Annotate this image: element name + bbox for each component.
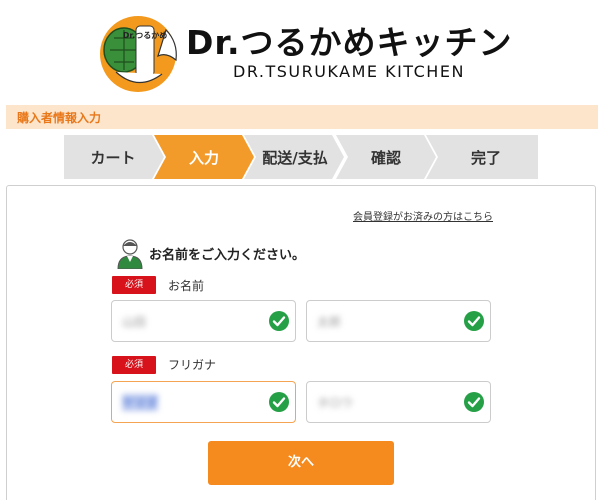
section-title-bar: 購入者情報入力: [6, 105, 598, 129]
last-name-input[interactable]: 山田: [111, 300, 296, 342]
first-name-kana-value: タロウ: [317, 396, 354, 410]
step-shipping-payment: 配送/支払: [244, 135, 344, 179]
step-confirm-label: 確認: [370, 149, 401, 167]
logo-badge-text: Dr.つるかめ: [123, 31, 167, 40]
check-icon: [269, 392, 289, 412]
step-confirm: 確認: [336, 135, 436, 179]
last-name-kana-input[interactable]: ヤマダ: [111, 381, 296, 423]
name-label: お名前: [168, 279, 205, 293]
step-complete: 完了: [426, 135, 538, 179]
last-name-kana-value: ヤマダ: [122, 394, 159, 411]
name-prompt: お名前をご入力ください。: [149, 248, 306, 263]
step-input: 入力: [154, 135, 254, 179]
site-header: Dr.つるかめ Dr.つるかめキッチン DR.TSURUKAME KITCHEN: [0, 0, 600, 100]
check-icon: [464, 311, 484, 331]
checkout-steps: カート 入力 配送/支払 確認 完了: [64, 135, 538, 179]
step-cart-label: カート: [90, 149, 136, 167]
check-icon: [269, 311, 289, 331]
next-button[interactable]: 次へ: [208, 441, 394, 485]
staff-avatar-icon: [117, 239, 143, 269]
required-badge: 必須: [112, 276, 156, 294]
first-name-input[interactable]: 太郎: [306, 300, 491, 342]
step-input-label: 入力: [188, 149, 219, 167]
brand-title: Dr.つるかめキッチン: [186, 23, 513, 62]
last-name-value: 山田: [122, 315, 147, 329]
step-shipping-label: 配送/支払: [262, 149, 328, 167]
turtle-crane-logo-icon: Dr.つるかめ: [100, 16, 177, 92]
brand-subtitle: DR.TSURUKAME KITCHEN: [233, 62, 465, 81]
section-title: 購入者情報入力: [17, 111, 102, 125]
required-badge: 必須: [112, 356, 156, 374]
first-name-kana-input[interactable]: タロウ: [306, 381, 491, 423]
member-login-link[interactable]: 会員登録がお済みの方はこちら: [353, 208, 493, 223]
kana-label: フリガナ: [168, 358, 217, 372]
check-icon: [464, 392, 484, 412]
first-name-value: 太郎: [317, 315, 342, 329]
step-complete-label: 完了: [470, 149, 501, 167]
step-cart: カート: [64, 135, 164, 179]
